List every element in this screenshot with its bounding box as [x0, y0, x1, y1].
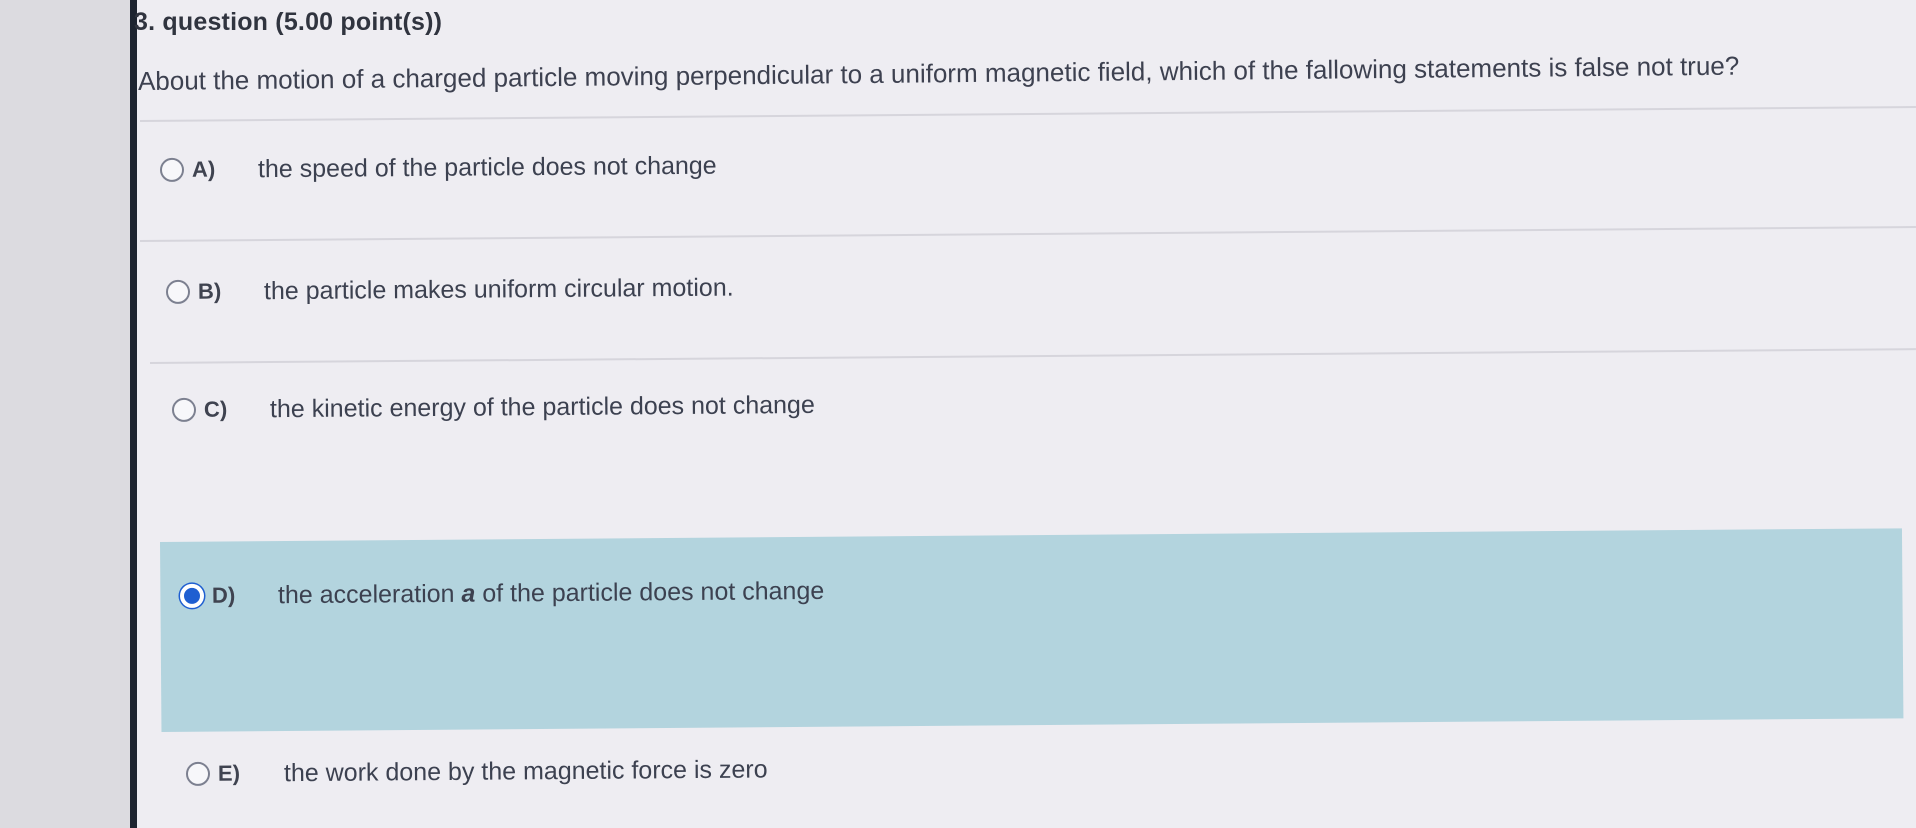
- option-text[interactable]: the kinetic energy of the particle does …: [270, 390, 815, 423]
- option-d-radio-selected[interactable]: [179, 583, 205, 608]
- left-margin: [0, 0, 132, 828]
- option-letter: E): [217, 760, 241, 786]
- option-letter: B): [197, 278, 222, 304]
- option-b-radio[interactable]: [165, 279, 191, 304]
- option-c-radio[interactable]: [171, 397, 197, 422]
- option-text-after: of the particle does not change: [475, 576, 825, 608]
- option-e[interactable]: E) the work done by the magnetic force i…: [185, 739, 768, 804]
- option-text[interactable]: the speed of the particle does not chang…: [258, 151, 717, 184]
- option-text[interactable]: the acceleration a of the particle does …: [278, 576, 824, 609]
- question-title: 3. question (5.00 point(s)): [134, 8, 443, 36]
- option-text-before: the acceleration: [277, 579, 462, 609]
- option-a-radio[interactable]: [159, 157, 185, 182]
- option-d[interactable]: D) the acceleration a of the particle do…: [179, 561, 825, 626]
- option-letter: C): [203, 396, 228, 422]
- option-text[interactable]: the particle makes uniform circular moti…: [264, 273, 734, 306]
- option-c[interactable]: C) the kinetic energy of the particle do…: [171, 375, 815, 440]
- acceleration-symbol: a: [461, 579, 476, 608]
- option-a[interactable]: A) the speed of the particle does not ch…: [159, 136, 717, 200]
- left-divider: [130, 0, 137, 828]
- option-text[interactable]: the work done by the magnetic force is z…: [284, 755, 768, 788]
- option-e-radio[interactable]: [185, 761, 211, 786]
- option-b[interactable]: B) the particle makes uniform circular m…: [165, 258, 734, 322]
- option-letter: A): [191, 156, 216, 182]
- selected-option-highlight: [160, 528, 1904, 732]
- option-letter: D): [211, 582, 236, 608]
